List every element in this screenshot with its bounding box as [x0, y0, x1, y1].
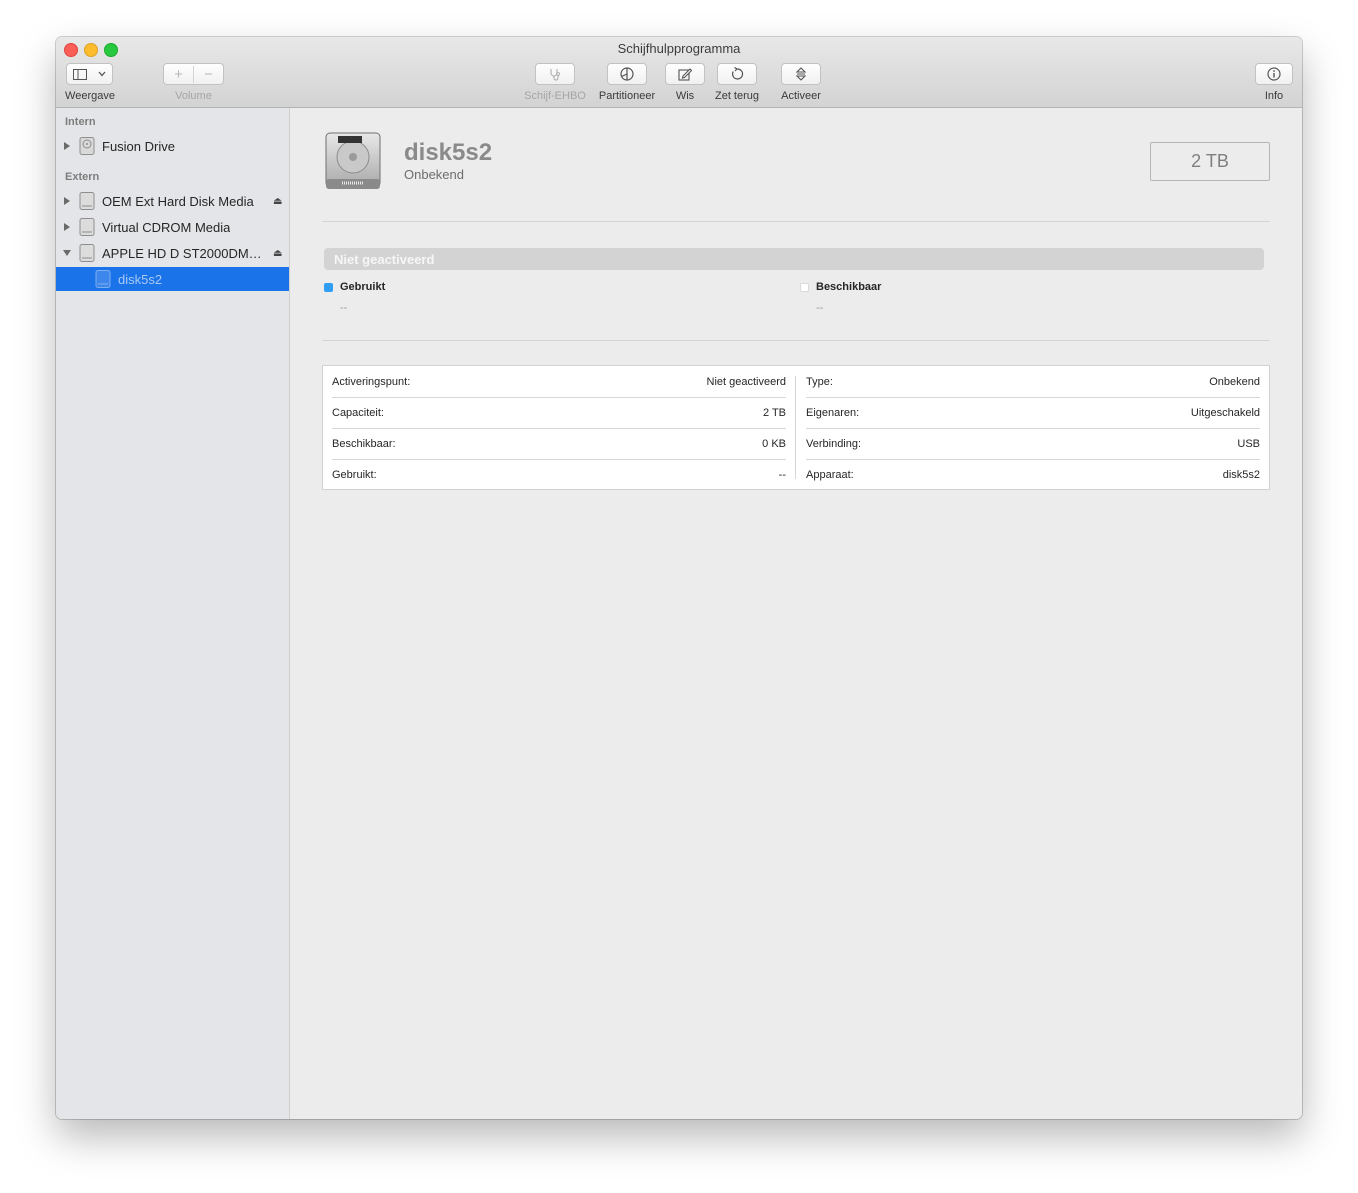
info-key: Apparaat: — [806, 468, 854, 481]
usage-divider — [322, 340, 1270, 341]
disclosure-triangle-icon[interactable] — [63, 223, 71, 231]
info-row: Gebruikt: -- — [332, 459, 786, 490]
info-icon — [1267, 67, 1281, 81]
mount-icon — [795, 67, 807, 81]
info-value: disk5s2 — [1222, 468, 1260, 481]
sidebar-item-label: Virtual CDROM Media — [102, 219, 231, 235]
sidebar-section-internal: Intern — [65, 116, 96, 128]
main-content: disk5s2 Onbekend 2 TB Niet geactiveerd G… — [290, 108, 1302, 1119]
usage-bar: Niet geactiveerd — [324, 248, 1264, 270]
info-key: Gebruikt: — [332, 468, 377, 481]
info-value: 2 TB — [762, 406, 786, 419]
partition-button[interactable] — [607, 63, 647, 85]
info-table: Activeringspunt: Niet geactiveerd Capaci… — [322, 365, 1270, 490]
mount-button[interactable] — [781, 63, 821, 85]
sidebar-item-label: disk5s2 — [118, 271, 163, 287]
column-separator — [795, 376, 796, 479]
info-row: Eigenaren: Uitgeschakeld — [806, 397, 1260, 429]
disclosure-triangle-icon[interactable] — [63, 197, 71, 205]
info-row: Activeringspunt: Niet geactiveerd — [332, 366, 786, 398]
disclosure-triangle-open-icon[interactable] — [63, 249, 71, 257]
free-label: Beschikbaar — [816, 281, 882, 293]
header-divider — [322, 221, 1270, 222]
erase-label: Wis — [675, 90, 695, 102]
info-key: Capaciteit: — [332, 406, 384, 419]
titlebar-toolbar: Schijfhulpprogramma Weergave + − Volume … — [56, 37, 1302, 108]
first-aid-button[interactable] — [535, 63, 575, 85]
external-disk-icon — [79, 192, 95, 210]
restore-button[interactable] — [717, 63, 757, 85]
free-swatch — [800, 283, 809, 292]
window-title: Schijfhulpprogramma — [617, 41, 741, 56]
info-value: -- — [778, 468, 786, 481]
info-label: Info — [1264, 90, 1284, 102]
sidebar-item-apple-hd[interactable]: APPLE HD D ST2000DM… ⏏ — [56, 241, 289, 265]
info-value: Uitgeschakeld — [1190, 406, 1260, 419]
info-value: Niet geactiveerd — [706, 375, 787, 388]
external-disk-icon — [79, 244, 95, 262]
first-aid-label: Schijf-EHBO — [524, 90, 586, 102]
info-row: Beschikbaar: 0 KB — [332, 428, 786, 460]
remove-volume-button[interactable]: − — [194, 66, 223, 83]
sidebar-item-oem-ext-hard-disk[interactable]: OEM Ext Hard Disk Media ⏏ — [56, 189, 289, 213]
info-key: Type: — [806, 375, 833, 388]
volume-button-group: + − — [163, 63, 224, 85]
used-swatch — [324, 283, 333, 292]
info-row: Capaciteit: 2 TB — [332, 397, 786, 429]
info-row: Type: Onbekend — [806, 366, 1260, 398]
stethoscope-icon — [548, 68, 562, 81]
sidebar: Intern Fusion Drive Extern OEM Ext Hard … — [56, 108, 290, 1119]
hard-drive-icon — [324, 131, 382, 191]
info-key: Verbinding: — [806, 437, 862, 450]
info-value: Onbekend — [1209, 375, 1260, 388]
erase-pencil-icon — [677, 67, 693, 81]
sidebar-item-label: OEM Ext Hard Disk Media — [102, 193, 254, 209]
free-value: -- — [816, 302, 824, 314]
add-volume-button[interactable]: + — [164, 65, 194, 83]
eject-icon[interactable]: ⏏ — [273, 248, 282, 259]
sidebar-item-label: Fusion Drive — [102, 138, 175, 154]
info-button[interactable] — [1255, 63, 1293, 85]
erase-button[interactable] — [665, 63, 705, 85]
external-disk-icon — [79, 218, 95, 236]
sidebar-item-disk5s2[interactable]: disk5s2 — [56, 267, 289, 291]
eject-icon[interactable]: ⏏ — [273, 196, 282, 207]
volume-label: Volume — [175, 90, 212, 102]
volume-size-badge: 2 TB — [1150, 142, 1270, 181]
pie-chart-icon — [620, 67, 634, 81]
sidebar-section-external: Extern — [65, 171, 100, 183]
info-row: Apparaat: disk5s2 — [806, 459, 1260, 490]
restore-arrow-icon — [730, 67, 744, 81]
mount-label: Activeer — [781, 90, 821, 102]
info-value: 0 KB — [762, 437, 786, 450]
restore-label: Zet terug — [714, 90, 760, 102]
partition-label: Partitioneer — [598, 90, 656, 102]
info-key: Eigenaren: — [806, 406, 860, 419]
used-value: -- — [340, 302, 348, 314]
info-value: USB — [1237, 437, 1260, 450]
info-row: Verbinding: USB — [806, 428, 1260, 460]
view-button[interactable] — [66, 63, 113, 85]
volume-name: disk5s2 — [404, 139, 493, 166]
used-label: Gebruikt — [340, 281, 386, 293]
info-key: Beschikbaar: — [332, 437, 396, 450]
sidebar-item-fusion-drive[interactable]: Fusion Drive — [56, 134, 289, 158]
sidebar-item-virtual-cdrom[interactable]: Virtual CDROM Media — [56, 215, 289, 239]
disclosure-triangle-icon[interactable] — [63, 142, 71, 150]
volume-subtitle: Onbekend — [404, 167, 464, 182]
chevron-down-icon — [98, 71, 106, 77]
info-key: Activeringspunt: — [332, 375, 411, 388]
sidebar-toggle-icon — [72, 68, 87, 80]
sidebar-item-label: APPLE HD D ST2000DM… — [102, 245, 262, 261]
volume-icon — [95, 270, 111, 288]
disk-utility-window: Schijfhulpprogramma Weergave + − Volume … — [56, 37, 1302, 1119]
view-label: Weergave — [65, 90, 115, 102]
internal-disk-icon — [79, 137, 95, 155]
